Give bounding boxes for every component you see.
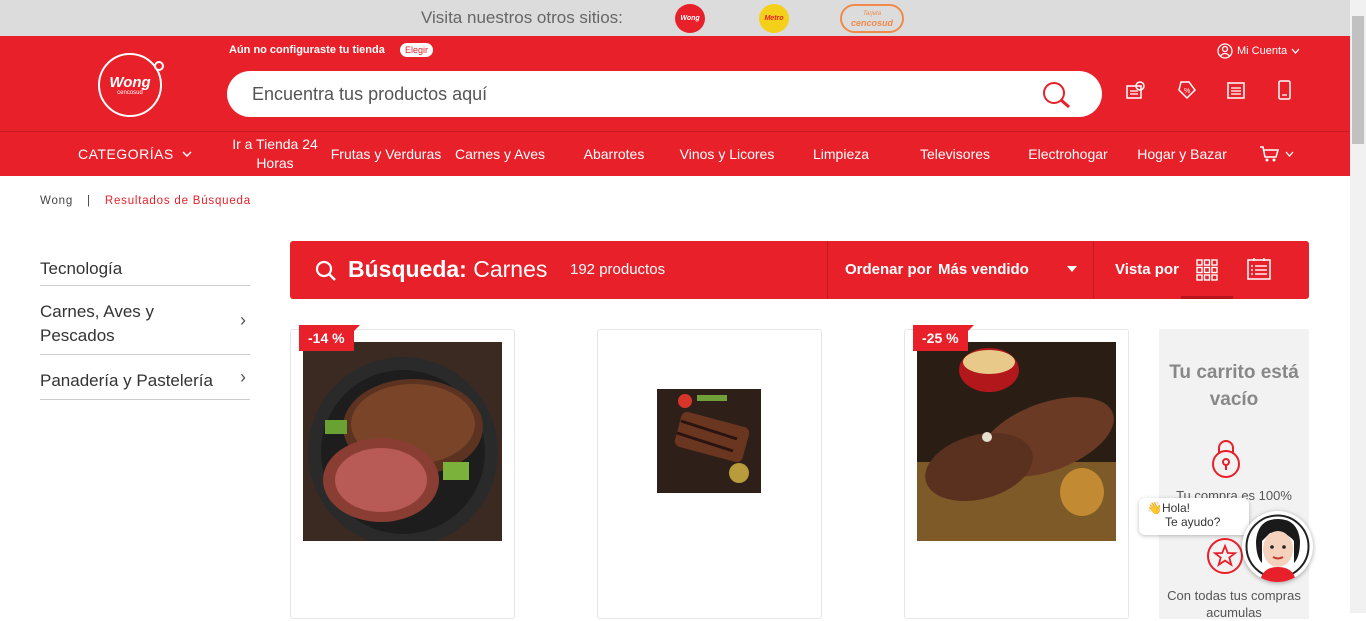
cart-empty-title: Tu carrito está vacío [1169,362,1299,410]
breadcrumb-current: Resultados de Búsqueda [104,195,251,207]
discount-badge: -25 % [913,325,974,351]
nav-item-hogar[interactable]: Hogar y Bazar [1134,132,1230,176]
nav-item-carnes[interactable]: Carnes y Aves [450,132,550,176]
star-icon [1207,538,1243,574]
store-config-message: Aún no configuraste tu tienda [229,44,385,56]
sidebar-item-panaderia[interactable]: Panadería y Pastelería › [40,355,250,400]
divider [827,241,828,299]
wong-logo[interactable]: Wong cencosud [98,53,164,117]
product-image[interactable] [917,342,1116,541]
product-card[interactable]: -25 % [904,325,1129,619]
results-count: 192 productos [570,261,666,278]
chevron-right-icon: › [240,367,246,387]
active-view-indicator [1181,296,1233,299]
product-card[interactable] [597,329,822,619]
chevron-down-icon [1291,48,1300,54]
assistant-face-icon [1245,514,1310,582]
search-results-bar: Búsqueda: Carnes 192 productos Ordenar p… [290,241,1309,299]
cart-menu[interactable] [1256,132,1296,176]
svg-text:%: % [1184,88,1190,95]
product-image[interactable] [657,389,761,493]
cart-icon [1259,146,1279,162]
nav-item-abarrotes[interactable]: Abarrotes [575,132,653,176]
chat-assistant-avatar[interactable] [1242,511,1313,582]
search-icon [315,260,336,281]
page-scrollbar[interactable] [1350,0,1366,613]
store-locator-icon[interactable] [1125,80,1147,100]
cart-rewards-text: Con todas tus compras acumulas [1167,588,1301,620]
breadcrumb: Wong | Resultados de Búsqueda [40,195,251,207]
top-sites-bar: Visita nuestros otros sitios: Wong Metro… [0,0,1350,36]
grid-view-icon[interactable] [1196,259,1218,281]
scrollbar-thumb[interactable] [1352,16,1364,144]
categories-menu[interactable]: CATEGORÍAS [78,132,192,176]
nav-item-frutas[interactable]: Frutas y Verduras [330,132,442,176]
product-image[interactable] [303,342,502,541]
chevron-right-icon: › [240,310,246,330]
list-view-icon[interactable] [1247,258,1271,280]
category-nav: CATEGORÍAS Ir a Tienda 24 Horas Frutas y… [0,131,1350,176]
nav-item-televisores[interactable]: Televisores [914,132,996,176]
account-label: Mi Cuenta [1237,45,1288,57]
search-input[interactable] [252,82,1012,106]
account-menu[interactable]: Mi Cuenta [1217,43,1300,59]
chat-bubble[interactable]: 👋Hola! Te ayudo? [1139,498,1249,535]
caret-down-icon[interactable] [1067,266,1077,272]
nav-item-tienda-24[interactable]: Ir a Tienda 24 Horas [228,132,322,176]
product-card[interactable]: -14 % [290,325,515,619]
nav-item-electrohogar[interactable]: Electrohogar [1024,132,1112,176]
chevron-down-icon [1285,151,1293,157]
sort-label: Ordenar por [845,261,932,278]
main-header: Wong cencosud Aún no configuraste tu tie… [0,36,1350,131]
divider [1093,241,1094,299]
sidebar-item-carnes[interactable]: Carnes, Aves y Pescados › [40,286,250,355]
view-label: Vista por [1115,261,1179,278]
other-sites-label: Visita nuestros otros sitios: [421,8,623,27]
chevron-down-icon [182,151,192,157]
discount-badge: -14 % [299,325,360,351]
sort-select[interactable]: Más vendido [938,261,1029,278]
coupon-icon[interactable]: % [1177,80,1197,100]
metro-site-logo[interactable]: Metro [759,4,789,33]
search-query: Búsqueda: Carnes [348,256,548,282]
nav-item-limpieza[interactable]: Limpieza [805,132,877,176]
choose-store-button[interactable]: Elegir [400,43,434,57]
search-icon[interactable] [1042,81,1072,109]
logo-dot-icon [154,61,164,71]
wong-site-logo[interactable]: Wong [675,4,705,33]
wave-icon: 👋 [1147,501,1162,515]
breadcrumb-home[interactable]: Wong [40,195,73,207]
cencosud-card-logo[interactable]: Tarjeta cencosud [840,4,904,33]
sidebar-item-tecnologia[interactable]: Tecnología [40,250,250,286]
mobile-icon[interactable] [1276,80,1294,100]
category-sidebar: Tecnología Carnes, Aves y Pescados › Pana… [40,250,250,400]
lock-icon [1212,440,1240,478]
search-box [227,71,1102,117]
list-icon[interactable] [1226,80,1246,100]
user-icon [1217,43,1233,59]
nav-item-vinos[interactable]: Vinos y Licores [676,132,778,176]
